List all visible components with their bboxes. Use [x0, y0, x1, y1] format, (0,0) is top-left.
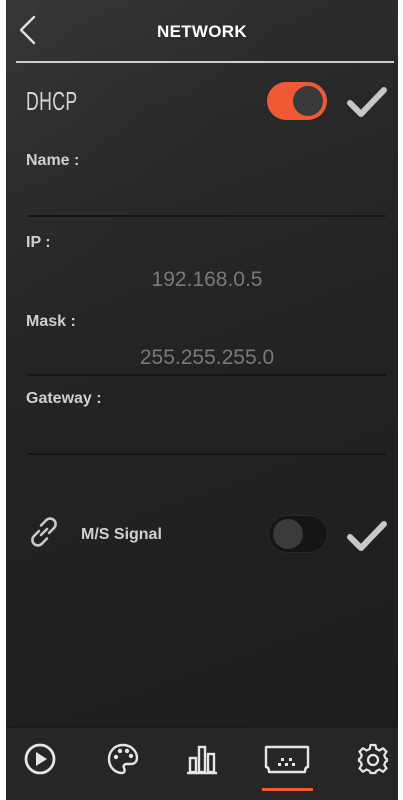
nav-settings[interactable] — [343, 728, 398, 800]
name-underline — [28, 215, 386, 217]
header: NETWORK — [6, 0, 398, 63]
display-icon — [264, 745, 310, 774]
ms-signal-confirm-button[interactable] — [346, 519, 388, 558]
check-icon — [347, 87, 387, 117]
dhcp-label: DHCP — [26, 86, 78, 116]
mask-underline — [28, 374, 386, 376]
toggle-knob — [293, 86, 323, 116]
gateway-label: Gateway : — [26, 390, 102, 407]
link-icon — [31, 517, 57, 547]
gateway-underline — [28, 453, 386, 455]
check-icon — [347, 521, 387, 551]
toggle-knob — [273, 519, 303, 549]
ip-input[interactable]: 192.168.0.5 — [28, 268, 386, 292]
gear-icon — [357, 743, 389, 775]
active-tab-indicator — [262, 788, 313, 791]
name-label: Name : — [26, 152, 80, 169]
nav-stats[interactable] — [172, 728, 232, 800]
ip-label: IP : — [26, 234, 51, 251]
ms-signal-label: M/S Signal — [81, 526, 162, 543]
play-icon — [24, 743, 56, 775]
palette-icon — [107, 743, 139, 775]
mask-input[interactable]: 255.255.255.0 — [28, 346, 386, 370]
app-screen: NETWORK DHCP Name : IP : 192.168.0.5 Mas… — [6, 0, 398, 800]
bar-chart-icon — [187, 745, 217, 775]
nav-palette[interactable] — [93, 728, 153, 800]
bottom-nav — [6, 727, 398, 800]
nav-play[interactable] — [10, 728, 70, 800]
page-title: NETWORK — [157, 22, 247, 41]
mask-label: Mask : — [26, 313, 76, 330]
dhcp-toggle[interactable] — [267, 82, 327, 120]
ms-signal-toggle[interactable] — [268, 515, 328, 553]
header-divider — [16, 61, 394, 63]
dhcp-confirm-button[interactable] — [346, 85, 388, 124]
